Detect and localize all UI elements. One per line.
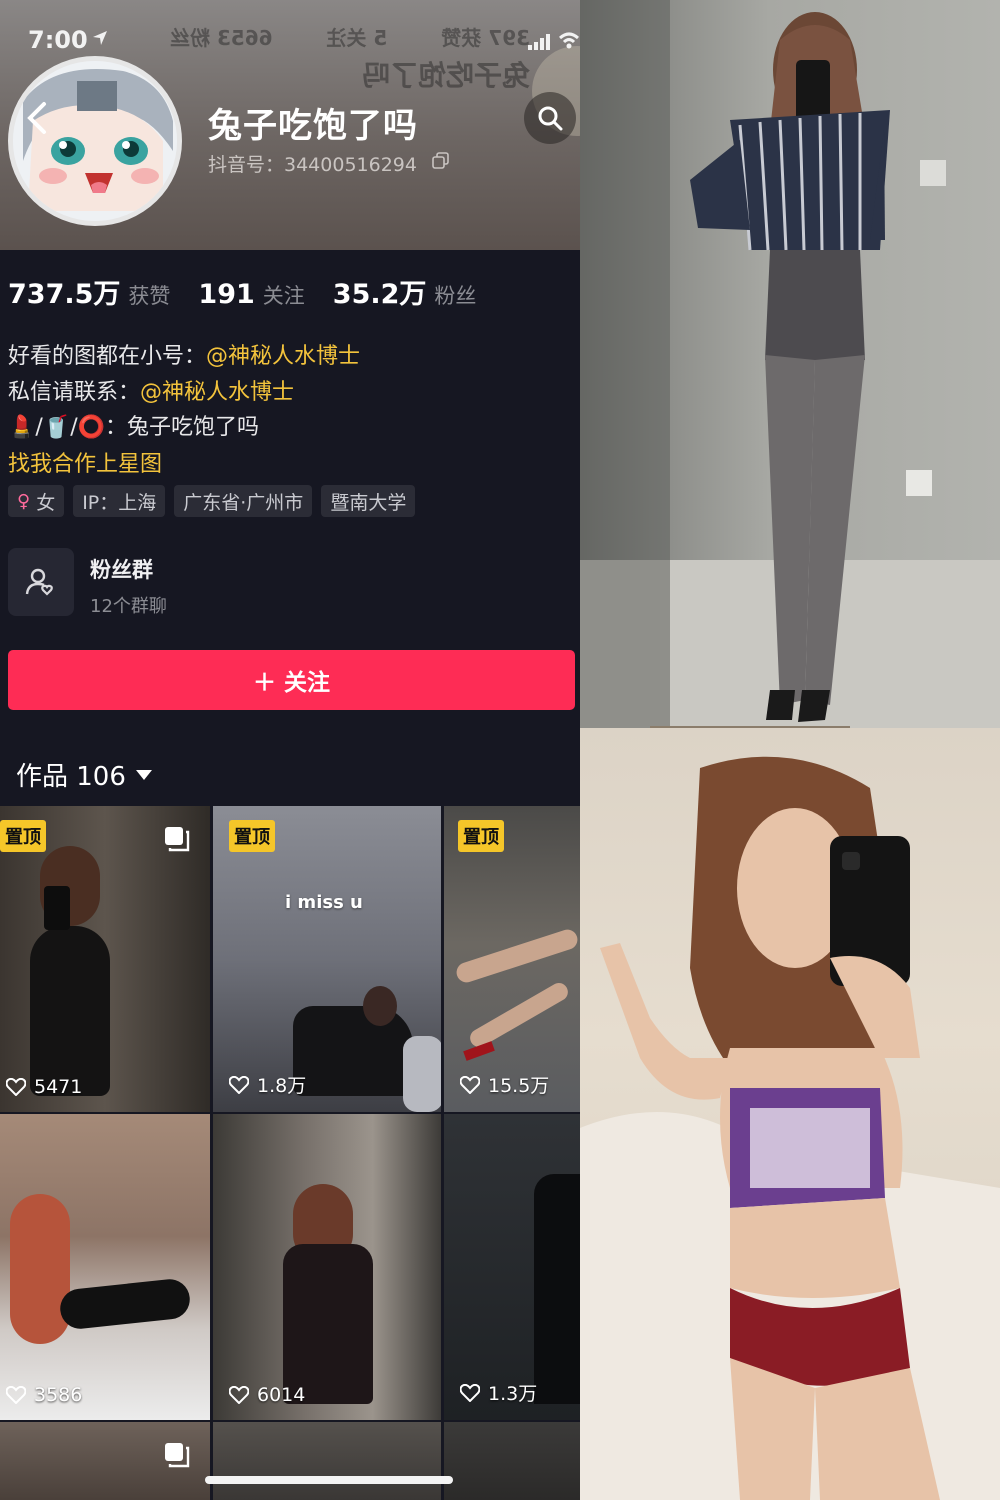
dropdown-triangle-icon[interactable] bbox=[135, 769, 152, 780]
school-tag[interactable]: 暨南大学 bbox=[321, 485, 416, 517]
bio-line-2: 私信请联系：@神秘人水博士 bbox=[8, 374, 294, 406]
location-tag: 广东省·广州市 bbox=[174, 485, 313, 517]
fan-group-subtitle: 12个群聊 bbox=[90, 596, 167, 617]
profile-panel: 397 获赞 5 关注 6653 粉丝 兔子吃饱了吗 7:00 兔子吃饱了吗 抖… bbox=[0, 0, 580, 1500]
video-thumbnail[interactable] bbox=[0, 1422, 210, 1500]
photo-mirror-selfie-standing bbox=[580, 0, 1000, 728]
female-icon: ♀ bbox=[17, 490, 31, 512]
mirror-stat-1: 397 获赞 bbox=[441, 26, 530, 50]
tab-works[interactable]: 作品 106 bbox=[16, 756, 152, 793]
back-arrow-icon[interactable] bbox=[20, 98, 54, 138]
bio-line-1-text: 好看的图都在小号： bbox=[8, 344, 207, 369]
heart-icon bbox=[229, 1075, 249, 1094]
mention-link-1[interactable]: @神秘人水博士 bbox=[206, 344, 360, 369]
followers-label[interactable]: 粉丝 bbox=[434, 280, 476, 310]
video-thumbnail[interactable]: 置顶 15.5万 bbox=[444, 806, 580, 1112]
likes-label: 获赞 bbox=[128, 284, 171, 308]
home-indicator[interactable] bbox=[205, 1476, 453, 1484]
like-count: 3586 bbox=[6, 1384, 82, 1406]
fan-group-entry[interactable]: 粉丝群 12个群聊 bbox=[8, 548, 408, 618]
like-count-value: 1.8万 bbox=[257, 1075, 307, 1097]
pixel-anime-avatar-icon bbox=[13, 61, 177, 221]
photo-mirror-selfie-bed bbox=[580, 728, 1000, 1500]
fan-group-icon bbox=[8, 548, 74, 616]
video-thumbnail[interactable]: 置顶 5471 bbox=[0, 806, 210, 1112]
gender-tag: ♀ 女 bbox=[8, 485, 65, 517]
bio-line-1: 好看的图都在小号：@神秘人水博士 bbox=[8, 338, 360, 370]
video-thumbnail[interactable] bbox=[444, 1422, 580, 1500]
following-label[interactable]: 关注 bbox=[263, 280, 305, 310]
like-count-value: 15.5万 bbox=[488, 1075, 550, 1097]
mirror-selfie-illustration bbox=[580, 0, 1000, 728]
follow-button[interactable]: ＋ 关注 bbox=[8, 650, 575, 710]
pinned-badge: 置顶 bbox=[0, 820, 46, 852]
video-grid: 置顶 5471 置顶 i miss u 1.8万 置顶 15.5万 3586 6… bbox=[0, 806, 580, 1500]
wifi-icon bbox=[559, 32, 579, 49]
video-thumbnail[interactable]: 3586 bbox=[0, 1114, 210, 1420]
bio-line-3-text: ：兔子吃饱了吗 bbox=[105, 415, 260, 440]
fan-group-title: 粉丝群 bbox=[90, 558, 153, 582]
like-count-value: 6014 bbox=[257, 1384, 306, 1406]
stats-row: 737.5万 获赞 191 关注 35.2万 粉丝 bbox=[8, 272, 504, 312]
mirror-name: 兔子吃饱了吗 bbox=[361, 59, 530, 92]
search-button[interactable] bbox=[524, 92, 576, 144]
multi-image-icon bbox=[165, 1443, 190, 1468]
video-thumbnail[interactable]: 6014 bbox=[213, 1114, 441, 1420]
mention-link-2[interactable]: @神秘人水博士 bbox=[140, 380, 294, 405]
works-tab-label: 作品 106 bbox=[16, 762, 126, 792]
mirrored-background-text: 397 获赞 5 关注 6653 粉丝 兔子吃饱了吗 bbox=[170, 18, 530, 92]
multi-image-icon bbox=[165, 827, 190, 852]
like-count-value: 3586 bbox=[34, 1384, 83, 1406]
ip-tag: IP：上海 bbox=[73, 485, 166, 517]
like-count: 5471 bbox=[6, 1076, 82, 1098]
heart-icon bbox=[6, 1386, 26, 1404]
video-thumbnail[interactable] bbox=[213, 1422, 441, 1500]
star-map-link[interactable]: 找我合作上星图 bbox=[8, 446, 162, 478]
profile-name: 兔子吃饱了吗 bbox=[208, 106, 418, 146]
status-time: 7:00 bbox=[28, 26, 88, 54]
copy-icon[interactable] bbox=[432, 152, 450, 170]
like-count: 1.3万 bbox=[460, 1379, 537, 1406]
like-count-value: 5471 bbox=[34, 1076, 83, 1098]
bio-line-3: 💄/🥤/⭕：兔子吃饱了吗 bbox=[8, 409, 259, 441]
followers-count[interactable]: 35.2万 bbox=[333, 272, 427, 311]
pinned-badge: 置顶 bbox=[229, 820, 275, 852]
mirror-stat-3: 6653 粉丝 bbox=[170, 26, 273, 50]
heart-icon bbox=[460, 1075, 480, 1094]
heart-icon bbox=[229, 1386, 249, 1404]
bio-emoji: 💄/🥤/⭕ bbox=[8, 415, 106, 440]
douyin-id: 抖音号：34400516294 bbox=[208, 154, 417, 176]
like-count: 6014 bbox=[229, 1384, 305, 1406]
signal-icon bbox=[528, 34, 550, 50]
heart-icon bbox=[460, 1383, 480, 1402]
like-count-value: 1.3万 bbox=[488, 1383, 538, 1405]
video-thumbnail[interactable]: 置顶 i miss u 1.8万 bbox=[213, 806, 441, 1112]
heart-icon bbox=[6, 1078, 26, 1096]
pinned-badge: 置顶 bbox=[458, 820, 504, 852]
bio-line-2-text: 私信请联系： bbox=[8, 380, 141, 405]
location-arrow-icon bbox=[93, 31, 107, 45]
bed-selfie-illustration bbox=[580, 756, 1000, 1500]
like-count: 1.8万 bbox=[229, 1071, 306, 1098]
like-count: 15.5万 bbox=[460, 1071, 549, 1098]
likes-count: 737.5万 bbox=[8, 279, 121, 310]
gender-tag-label: 女 bbox=[36, 491, 56, 514]
profile-header: 397 获赞 5 关注 6653 粉丝 兔子吃饱了吗 7:00 兔子吃饱了吗 抖… bbox=[0, 0, 580, 250]
video-thumbnail[interactable]: 1.3万 bbox=[444, 1114, 580, 1420]
video-caption: i miss u bbox=[285, 892, 363, 913]
profile-tags: ♀ 女 IP：上海 广东省·广州市 暨南大学 bbox=[8, 485, 416, 517]
avatar[interactable] bbox=[8, 56, 182, 226]
mirror-stat-2: 5 关注 bbox=[326, 26, 388, 50]
search-icon bbox=[538, 106, 563, 131]
following-count[interactable]: 191 bbox=[198, 279, 254, 310]
